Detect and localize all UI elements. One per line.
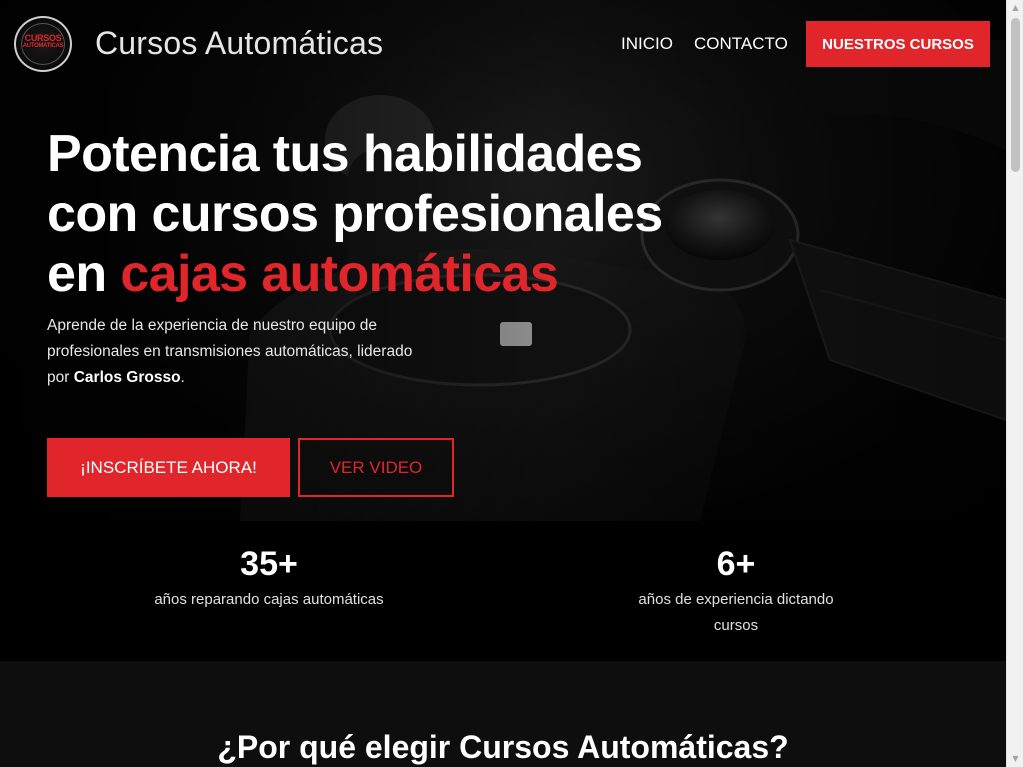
brand-logo[interactable]: CURSOS AUTOMATICAS (14, 16, 72, 72)
why-title: ¿Por qué elegir Cursos Automáticas? (217, 729, 789, 765)
hero-subtitle-end: . (180, 369, 185, 386)
brand-name[interactable]: Cursos Automáticas (95, 25, 383, 62)
inscribete-button[interactable]: ¡INSCRÍBETE AHORA! (47, 438, 290, 497)
page-scrollbar[interactable]: ▲ ▼ (1006, 0, 1023, 767)
stat-label: años reparando cajas automáticas (154, 591, 384, 608)
hero-subtitle-name: Carlos Grosso (73, 369, 181, 386)
logo-text: CURSOS AUTOMATICAS (16, 34, 70, 50)
stat-number: 35+ (240, 545, 298, 583)
triangle-down-icon[interactable]: ▼ (1011, 754, 1020, 763)
nav-contacto[interactable]: CONTACTO (694, 34, 788, 54)
nuestros-cursos-button[interactable]: NUESTROS CURSOS (806, 21, 990, 67)
triangle-up-icon[interactable]: ▲ (1011, 3, 1020, 12)
page: CURSOS AUTOMATICAS Cursos Automáticas IN… (0, 0, 1006, 767)
logo-line-1: CURSOS (24, 33, 62, 43)
stat-years-repairing: 35+ años reparando cajas automáticas (149, 543, 389, 613)
stats-section: 35+ años reparando cajas automáticas 6+ … (0, 521, 1006, 661)
nav-inicio[interactable]: INICIO (621, 34, 673, 54)
site-header: CURSOS AUTOMATICAS Cursos Automáticas IN… (0, 0, 1006, 88)
hero-subtitle: Aprende de la experiencia de nuestro equ… (47, 313, 417, 391)
ver-video-button[interactable]: VER VIDEO (298, 438, 454, 497)
hero-title: Potencia tus habilidades con cursos prof… (47, 124, 747, 304)
why-section: ¿Por qué elegir Cursos Automáticas? (0, 661, 1006, 767)
logo-line-2: AUTOMATICAS (22, 43, 64, 49)
stat-number: 6+ (716, 545, 756, 583)
hero-title-line-1: Potencia tus habilidades (47, 125, 643, 183)
stat-years-teaching: 6+ años de experiencia dictando cursos (616, 543, 856, 639)
scrollbar-thumb[interactable] (1011, 18, 1020, 172)
hero-title-accent: cajas automáticas (120, 245, 559, 303)
stat-label: años de experiencia dictando cursos (638, 591, 834, 634)
hero-title-line-2: con cursos profesionales (47, 185, 663, 243)
hero-title-line-3-prefix: en (47, 245, 121, 303)
